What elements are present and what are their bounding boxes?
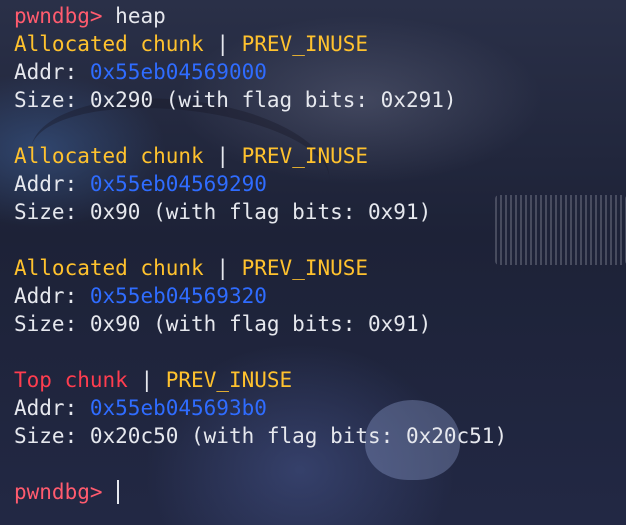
chunk-flag: PREV_INUSE <box>241 32 369 56</box>
chunk-size: 0x20c50 (with flag bits: 0x20c51) <box>89 424 508 448</box>
chunk-block: Allocated chunk | PREV_INUSE Addr: 0x55e… <box>14 254 620 366</box>
chunk-block: Allocated chunk | PREV_INUSE Addr: 0x55e… <box>14 30 620 142</box>
size-label: Size: <box>14 424 78 448</box>
chunk-addr: 0x55eb045693b0 <box>89 396 267 420</box>
chunk-size: 0x90 (with flag bits: 0x91) <box>89 312 432 336</box>
addr-label: Addr: <box>14 284 78 308</box>
chunk-flag: PREV_INUSE <box>241 256 369 280</box>
chunk-header: Allocated chunk | PREV_INUSE <box>14 254 620 282</box>
addr-label: Addr: <box>14 396 78 420</box>
chunk-flag: PREV_INUSE <box>241 144 369 168</box>
chunk-addr-line: Addr: 0x55eb04569290 <box>14 170 620 198</box>
separator: | <box>216 256 229 280</box>
chunk-size: 0x290 (with flag bits: 0x291) <box>89 88 457 112</box>
input-line[interactable]: pwndbg> <box>14 478 620 506</box>
chunk-size-line: Size: 0x90 (with flag bits: 0x91) <box>14 198 620 226</box>
chunk-size: 0x90 (with flag bits: 0x91) <box>89 200 432 224</box>
command-line: pwndbg> heap <box>14 2 620 30</box>
top-chunk-block: Top chunk | PREV_INUSE Addr: 0x55eb04569… <box>14 366 620 478</box>
separator: | <box>216 32 229 56</box>
terminal-window[interactable]: pwndbg> heap Allocated chunk | PREV_INUS… <box>0 0 626 525</box>
chunk-block: Allocated chunk | PREV_INUSE Addr: 0x55e… <box>14 142 620 254</box>
chunk-type: Allocated chunk <box>14 144 204 168</box>
chunk-header: Top chunk | PREV_INUSE <box>14 366 620 394</box>
chunk-addr: 0x55eb04569320 <box>89 284 267 308</box>
text-cursor[interactable] <box>117 480 120 504</box>
chunk-type: Allocated chunk <box>14 32 204 56</box>
chunk-type: Allocated chunk <box>14 256 204 280</box>
chunk-addr-line: Addr: 0x55eb04569320 <box>14 282 620 310</box>
chunk-addr: 0x55eb04569290 <box>89 172 267 196</box>
chunk-addr-line: Addr: 0x55eb045693b0 <box>14 394 620 422</box>
size-label: Size: <box>14 88 78 112</box>
addr-label: Addr: <box>14 60 78 84</box>
terminal-output: pwndbg> heap Allocated chunk | PREV_INUS… <box>14 2 620 506</box>
chunk-header: Allocated chunk | PREV_INUSE <box>14 142 620 170</box>
size-label: Size: <box>14 312 78 336</box>
chunk-addr: 0x55eb04569000 <box>89 60 267 84</box>
chunk-size-line: Size: 0x290 (with flag bits: 0x291) <box>14 86 620 114</box>
separator: | <box>140 368 154 392</box>
prompt: pwndbg> <box>14 4 103 28</box>
chunk-addr-line: Addr: 0x55eb04569000 <box>14 58 620 86</box>
chunk-header: Allocated chunk | PREV_INUSE <box>14 30 620 58</box>
chunk-size-line: Size: 0x20c50 (with flag bits: 0x20c51) <box>14 422 620 450</box>
chunk-type: Top chunk <box>14 368 128 392</box>
addr-label: Addr: <box>14 172 78 196</box>
chunk-flag: PREV_INUSE <box>165 368 293 392</box>
size-label: Size: <box>14 200 78 224</box>
prompt: pwndbg> <box>14 480 103 504</box>
chunk-size-line: Size: 0x90 (with flag bits: 0x91) <box>14 310 620 338</box>
command-text: heap <box>115 4 166 28</box>
separator: | <box>216 144 229 168</box>
